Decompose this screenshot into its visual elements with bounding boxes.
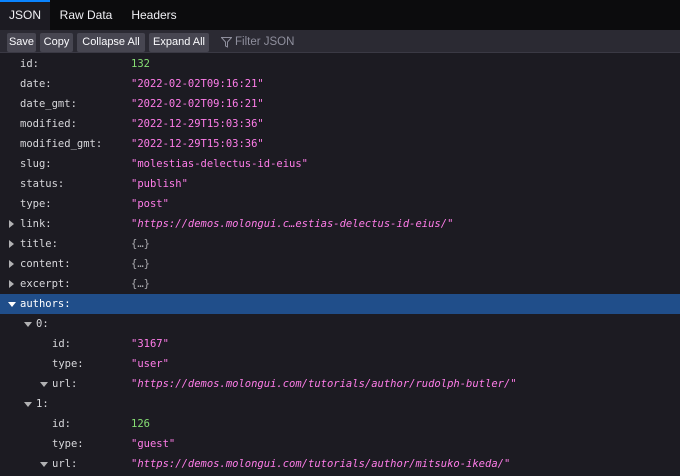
json-value: "3167" [131, 338, 169, 350]
json-row[interactable]: 1: [0, 394, 680, 414]
json-key: url: [52, 458, 78, 470]
json-value: "post" [131, 198, 169, 210]
json-key: type: [52, 358, 84, 370]
json-key: type: [20, 198, 52, 210]
collapse-all-button[interactable]: Collapse All [77, 33, 145, 52]
json-key: id: [52, 338, 71, 350]
json-key: 1: [36, 398, 49, 410]
json-toolbar: Save Copy Collapse All Expand All Filter… [0, 30, 680, 53]
json-key: url: [52, 378, 78, 390]
json-key: date_gmt: [20, 98, 77, 110]
expand-all-button[interactable]: Expand All [149, 33, 209, 52]
expand-arrow-icon[interactable] [23, 314, 33, 334]
expand-arrow-icon[interactable] [7, 294, 17, 314]
viewer-tab-bar: JSON Raw Data Headers [0, 0, 680, 30]
json-row[interactable]: id: 132 [0, 54, 680, 74]
json-row[interactable]: slug: "molestias-delectus-id-eius" [0, 154, 680, 174]
json-value[interactable]: "https://demos.molongui.com/tutorials/au… [131, 374, 517, 394]
json-value: {…} [131, 278, 150, 290]
json-key: title: [20, 238, 58, 250]
json-value: "user" [131, 358, 169, 370]
json-key: excerpt: [20, 278, 71, 290]
json-value: {…} [131, 258, 150, 270]
json-row[interactable]: id: "3167" [0, 334, 680, 354]
json-row[interactable]: url: "https://demos.molongui.com/tutorial… [0, 454, 680, 474]
json-row[interactable]: type: "post" [0, 194, 680, 214]
json-row[interactable]: modified: "2022-12-29T15:03:36" [0, 114, 680, 134]
json-row[interactable]: type: "guest" [0, 434, 680, 454]
json-row[interactable]: id: 126 [0, 414, 680, 434]
expand-arrow-icon[interactable] [39, 454, 49, 474]
json-row[interactable]: status: "publish" [0, 174, 680, 194]
json-value: "2022-12-29T15:03:36" [131, 138, 264, 150]
json-key: status: [20, 178, 65, 190]
json-key: date: [20, 78, 52, 90]
json-key: link: [20, 218, 52, 230]
json-row[interactable]: date_gmt: "2022-02-02T09:16:21" [0, 94, 680, 114]
json-key: slug: [20, 158, 52, 170]
expand-arrow-icon[interactable] [23, 394, 33, 414]
json-value: "guest" [131, 438, 176, 450]
json-row[interactable]: authors: [0, 294, 680, 314]
json-key: modified: [20, 118, 77, 130]
json-value: {…} [131, 238, 150, 250]
json-key: id: [20, 58, 39, 70]
tab-raw-data[interactable]: Raw Data [52, 0, 120, 30]
json-row[interactable]: date: "2022-02-02T09:16:21" [0, 74, 680, 94]
json-key: id: [52, 418, 71, 430]
filter-placeholder: Filter JSON [235, 36, 295, 48]
expand-arrow-icon[interactable] [39, 374, 49, 394]
json-key: 0: [36, 318, 49, 330]
json-value: "molestias-delectus-id-eius" [131, 158, 309, 170]
json-row[interactable]: modified_gmt: "2022-12-29T15:03:36" [0, 134, 680, 154]
collapse-arrow-icon[interactable] [7, 234, 17, 254]
json-row[interactable]: 0: [0, 314, 680, 334]
json-key: modified_gmt: [20, 138, 103, 150]
json-value[interactable]: "https://demos.molongui.com/tutorials/au… [131, 454, 510, 474]
json-value: 132 [131, 58, 150, 70]
json-row[interactable]: content: {…} [0, 254, 680, 274]
collapse-arrow-icon[interactable] [7, 214, 17, 234]
json-row[interactable]: type: "user" [0, 354, 680, 374]
copy-button[interactable]: Copy [40, 33, 73, 52]
filter-icon [221, 37, 232, 48]
save-button[interactable]: Save [7, 33, 36, 52]
json-row[interactable]: url: "https://demos.molongui.com/tutorial… [0, 374, 680, 394]
json-value: 126 [131, 418, 150, 430]
json-key: type: [52, 438, 84, 450]
json-value: "2022-02-02T09:16:21" [131, 78, 264, 90]
json-row[interactable]: title: {…} [0, 234, 680, 254]
json-value[interactable]: "https://demos.molongui.c…estias-delectu… [131, 214, 453, 234]
json-row[interactable]: link: "https://demos.molongui.c…estias-de… [0, 214, 680, 234]
json-value: "publish" [131, 178, 188, 190]
json-value: "2022-02-02T09:16:21" [131, 98, 264, 110]
json-value: "2022-12-29T15:03:36" [131, 118, 264, 130]
json-row[interactable]: excerpt: {…} [0, 274, 680, 294]
json-key: authors: [20, 298, 71, 310]
tab-json[interactable]: JSON [0, 0, 50, 30]
collapse-arrow-icon[interactable] [7, 274, 17, 294]
tab-headers[interactable]: Headers [122, 0, 186, 30]
json-tree: id: 132 date: "2022-02-02T09:16:21" date_gmt… [0, 54, 680, 474]
collapse-arrow-icon[interactable] [7, 254, 17, 274]
json-key: content: [20, 258, 71, 270]
